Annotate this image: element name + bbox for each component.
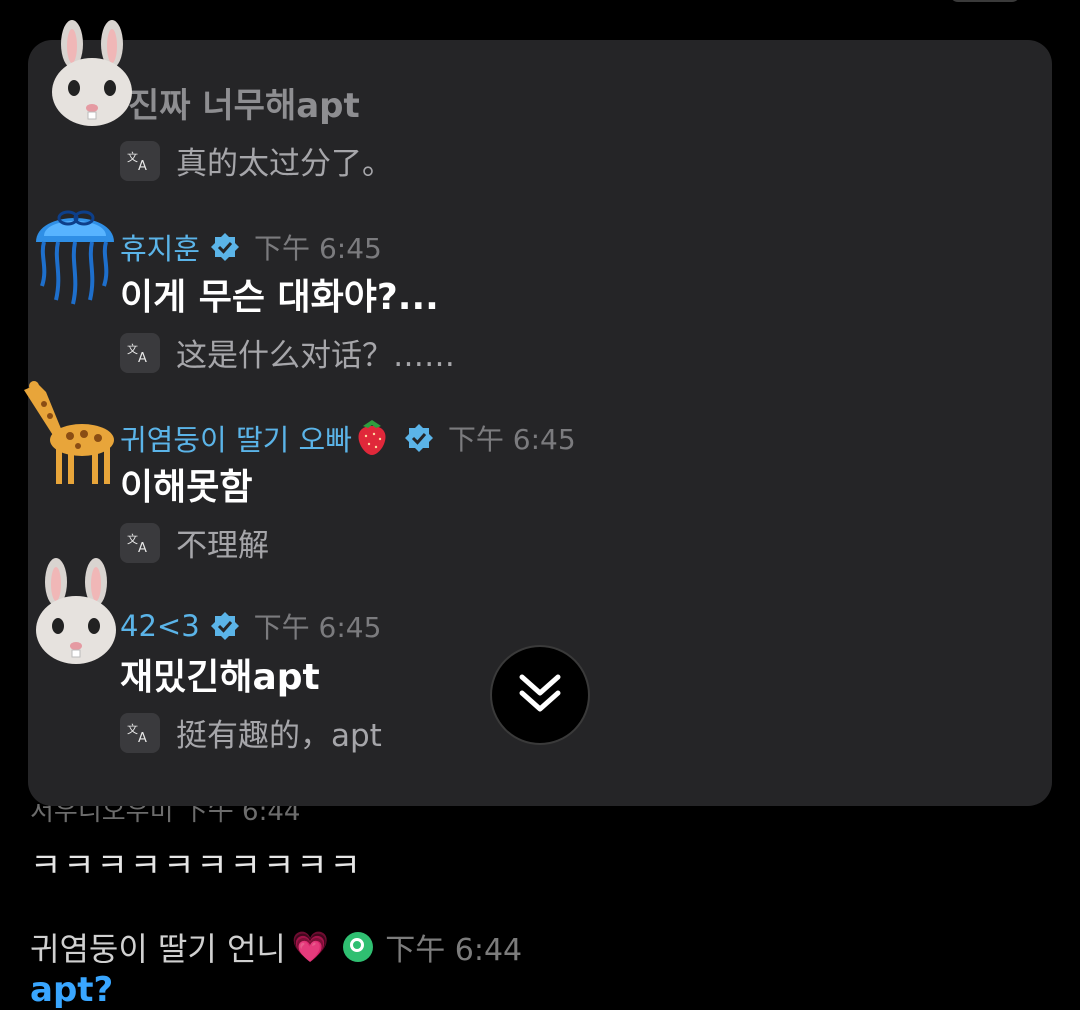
double-chevron-down-icon xyxy=(516,671,564,719)
translation-text: 不理解 xyxy=(176,528,269,564)
message-text: 이해못함 xyxy=(120,467,253,508)
message-header: 휴지훈 下午 6:45 xyxy=(120,226,382,268)
username[interactable]: 귀염둥이 딸기 오빠 xyxy=(120,417,352,459)
scroll-to-bottom-button[interactable] xyxy=(490,645,590,745)
background-message-text: ㅋㅋㅋㅋㅋㅋㅋㅋㅋㅋ xyxy=(30,846,363,886)
translation-text: 真的太过分了。 xyxy=(176,146,393,182)
background-message-header: 귀염둥이 딸기 언니 💗 下午 6:44 xyxy=(30,924,522,970)
svg-text:A: A xyxy=(138,541,147,554)
username[interactable]: 휴지훈 xyxy=(120,226,200,268)
heart-icon: 💗 xyxy=(291,929,330,965)
translation-row: 文A 挺有趣的，apt xyxy=(120,710,382,755)
background-message-link[interactable]: apt? xyxy=(30,970,113,1010)
translation-row: 文A 真的太过分了。 xyxy=(120,138,393,183)
svg-text:文: 文 xyxy=(127,532,138,546)
translation-row: 文A 不理解 xyxy=(120,520,269,565)
message-header: 귀염둥이 딸기 오빠 下午 6:45 xyxy=(120,416,576,460)
background-partial-header: 서우니오우미 下午 6:44 xyxy=(30,804,301,824)
verified-badge-icon xyxy=(210,611,240,641)
svg-text:文: 文 xyxy=(127,150,138,164)
timestamp: 下午 6:45 xyxy=(254,232,382,265)
svg-text:A: A xyxy=(138,351,147,364)
svg-text:A: A xyxy=(138,731,147,744)
message-text: 이게 무슨 대화야?... xyxy=(120,277,439,318)
jellyfish-icon[interactable] xyxy=(30,196,120,306)
background-username[interactable]: 귀염둥이 딸기 언니 xyxy=(30,924,286,970)
translate-icon[interactable]: 文A xyxy=(120,712,160,753)
background-timestamp: 下午 6:44 xyxy=(385,933,523,968)
timestamp: 下午 6:45 xyxy=(447,423,576,456)
message-text: 진짜 너무해apt xyxy=(128,86,360,126)
message-text: 재밌긴해apt xyxy=(120,657,320,698)
svg-text:文: 文 xyxy=(127,342,138,356)
strawberry-icon xyxy=(354,416,390,460)
verified-badge-icon xyxy=(210,232,240,262)
message-header: 42<3 下午 6:45 xyxy=(120,606,381,646)
translation-row: 文A 这是什么对话？…… xyxy=(120,330,455,375)
translate-icon[interactable]: 文A xyxy=(120,140,160,181)
translate-icon[interactable]: 文A xyxy=(120,332,160,373)
translation-text: 这是什么对话？…… xyxy=(176,338,455,374)
message-preview-panel: 진짜 너무해apt 文A 真的太过分了。 휴지훈 下午 6:45 이게 무슨 대… xyxy=(28,40,1052,806)
giraffe-icon[interactable] xyxy=(20,376,120,488)
verified-badge-icon xyxy=(404,423,434,453)
svg-text:文: 文 xyxy=(127,722,138,736)
translation-text: 挺有趣的，apt xyxy=(176,718,382,754)
rabbit-icon[interactable] xyxy=(20,556,132,668)
svg-text:A: A xyxy=(138,159,147,172)
verified-badge-icon xyxy=(343,932,374,962)
rabbit-icon[interactable] xyxy=(36,18,148,130)
timestamp: 下午 6:45 xyxy=(253,611,382,644)
